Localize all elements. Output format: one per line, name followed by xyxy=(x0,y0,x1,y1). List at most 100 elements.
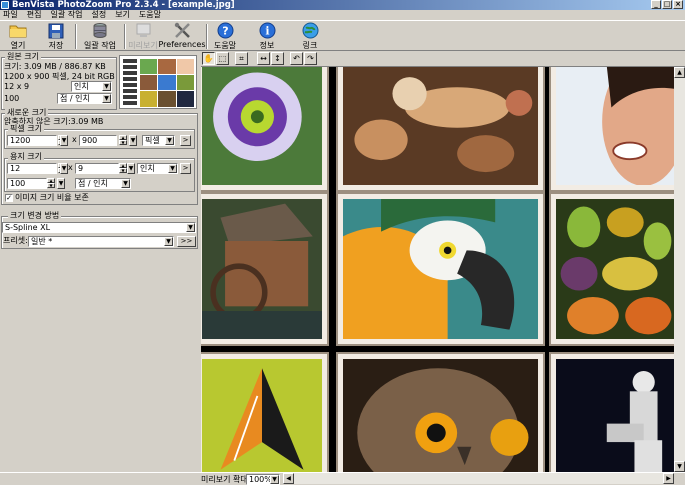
preview-photo-vegetables xyxy=(549,192,674,346)
menu-bar: 파일 편집 일괄 작업 설정 보기 도움말 xyxy=(0,10,685,20)
preset-label: 프리셋: xyxy=(3,236,28,245)
chevron-down-icon: ▼ xyxy=(102,82,111,91)
link-button[interactable]: 링크 xyxy=(299,22,321,51)
new-resolution-dropdown[interactable]: ▼ xyxy=(57,178,65,189)
preset-more-button[interactable]: >> xyxy=(177,236,196,247)
new-resolution-spinner[interactable]: ▲ ▼ xyxy=(47,178,55,189)
vertical-scrollbar[interactable]: ▲ ▼ xyxy=(674,67,685,472)
help-icon: ? xyxy=(216,22,234,39)
main-toolbar: 열기 저장 일괄 작업 미리보기 Preferences ? 도움말 i 정보 … xyxy=(0,20,685,51)
globe-icon xyxy=(301,22,319,39)
times-label: x xyxy=(72,135,77,144)
svg-text:?: ? xyxy=(222,25,228,38)
keep-ratio-label: 이미지 크기 비율 보존 xyxy=(15,193,89,202)
help-button[interactable]: ? 도움말 xyxy=(212,22,238,51)
resize-method-title: 크기 변경 방법 xyxy=(8,211,62,221)
preview-photo-astronaut xyxy=(549,352,674,472)
scroll-up-arrow[interactable]: ▲ xyxy=(674,67,685,78)
info-icon: i xyxy=(258,22,276,39)
info-button[interactable]: i 정보 xyxy=(256,22,278,51)
height-pixels-spinner[interactable]: ▲ ▼ xyxy=(119,135,127,146)
chevron-down-icon: ▼ xyxy=(270,475,279,484)
svg-text:i: i xyxy=(265,25,269,38)
close-button[interactable]: × xyxy=(673,0,683,9)
horizontal-scrollbar[interactable]: ◀ ▶ xyxy=(283,473,674,484)
preview-photo-owl xyxy=(336,352,545,472)
menu-edit[interactable]: 편집 xyxy=(27,10,42,20)
floppy-icon xyxy=(47,22,65,39)
new-resolution-unit-select[interactable]: 점 / 인치 ▼ xyxy=(75,178,131,189)
chevron-down-icon: ▼ xyxy=(102,94,111,103)
original-size-title: 원본 크기 xyxy=(5,52,41,62)
menu-batch[interactable]: 일괄 작업 xyxy=(50,10,82,20)
fit-height-icon[interactable]: ↕ xyxy=(271,52,284,65)
open-button[interactable]: 열기 xyxy=(5,22,31,51)
height-inches-input[interactable]: 9 xyxy=(75,163,119,174)
menu-settings[interactable]: 설정 xyxy=(91,10,106,20)
preview-photo-seashells xyxy=(336,67,545,192)
rotate-right-icon[interactable]: ↷ xyxy=(304,52,317,65)
width-inches-input[interactable]: 12 xyxy=(7,163,57,174)
width-inches-dropdown[interactable]: ▼ xyxy=(60,163,68,174)
height-inches-spinner[interactable]: ▲ ▼ xyxy=(119,163,127,174)
pixel-more-button[interactable]: > xyxy=(180,135,191,146)
original-print-unit-select[interactable]: 인치 ▼ xyxy=(71,81,112,92)
minimize-button[interactable]: _ xyxy=(651,0,661,9)
preset-select[interactable]: 일반 * ▼ xyxy=(28,236,174,247)
menu-help[interactable]: 도움말 xyxy=(139,10,161,20)
scroll-left-arrow[interactable]: ◀ xyxy=(283,473,294,484)
original-resolution: 100 xyxy=(4,94,20,103)
new-resolution-input[interactable]: 100 xyxy=(7,178,47,189)
times-label-2: x xyxy=(68,163,73,172)
scroll-down-arrow[interactable]: ▼ xyxy=(674,461,685,472)
preview-canvas[interactable] xyxy=(201,67,674,472)
paper-size-title: 용지 크기 xyxy=(8,152,44,162)
original-print-size: 12 x 9 xyxy=(4,82,30,91)
folder-icon xyxy=(9,22,27,39)
preview-photo-watermill xyxy=(201,192,329,346)
menu-file[interactable]: 파일 xyxy=(3,10,18,20)
monitor-icon xyxy=(134,22,152,39)
zoom-rect-icon[interactable]: ⬚ xyxy=(216,52,229,65)
crop-icon[interactable]: ⌗ xyxy=(235,52,248,65)
zoom-select[interactable]: 100% ▼ xyxy=(246,474,280,485)
menu-view[interactable]: 보기 xyxy=(115,10,130,20)
chevron-down-icon: ▼ xyxy=(168,164,177,173)
batch-button[interactable]: 일괄 작업 xyxy=(83,22,117,51)
chevron-down-icon: ▼ xyxy=(121,179,130,188)
maximize-button[interactable]: □ xyxy=(662,0,672,9)
pixel-size-title: 픽셀 크기 xyxy=(8,124,44,134)
tools-icon xyxy=(173,22,191,39)
resize-method-select[interactable]: S-Spline XL ▼ xyxy=(2,222,196,233)
preview-photo-butterfly xyxy=(201,352,329,472)
chevron-down-icon: ▼ xyxy=(164,237,173,246)
width-pixels-input[interactable]: 1200 xyxy=(7,135,57,146)
scroll-right-arrow[interactable]: ▶ xyxy=(663,473,674,484)
save-button[interactable]: 저장 xyxy=(43,22,69,51)
height-pixels-input[interactable]: 900 xyxy=(79,135,117,146)
chevron-down-icon: ▼ xyxy=(165,136,174,145)
keep-ratio-checkbox[interactable]: ✓ xyxy=(5,194,13,202)
rotate-left-icon[interactable]: ↶ xyxy=(290,52,303,65)
original-file-size: 크기: 3.09 MB / 886.87 KB xyxy=(4,62,106,71)
width-pixels-dropdown[interactable]: ▼ xyxy=(60,135,68,146)
title-bar: BenVista PhotoZoom Pro 2.3.4 - [example.… xyxy=(0,0,685,10)
chevron-down-icon: ▼ xyxy=(186,223,195,232)
preferences-button[interactable]: Preferences xyxy=(158,22,206,51)
original-resolution-unit-select[interactable]: 점 / 인치 ▼ xyxy=(57,93,112,104)
window-title: BenVista PhotoZoom Pro 2.3.4 - [example.… xyxy=(12,0,235,10)
batch-stack-icon xyxy=(91,22,109,39)
fit-width-icon[interactable]: ↔ xyxy=(257,52,270,65)
pixel-unit-select[interactable]: 픽셀 ▼ xyxy=(142,135,175,146)
preview-photo-smiling-man xyxy=(549,67,674,192)
paper-more-button[interactable]: > xyxy=(180,163,191,174)
app-window: BenVista PhotoZoom Pro 2.3.4 - [example.… xyxy=(0,0,685,485)
preview-button[interactable]: 미리보기 xyxy=(128,22,158,51)
image-thumbnail xyxy=(119,55,197,109)
paper-unit-select[interactable]: 인치 ▼ xyxy=(137,163,178,174)
height-inches-dropdown[interactable]: ▼ xyxy=(127,163,135,174)
view-toolbar: ✋ ⬚ ⌗ ↔ ↕ ↶ ↷ xyxy=(201,51,685,67)
preview-photo-macaw xyxy=(336,192,545,346)
hand-icon[interactable]: ✋ xyxy=(202,52,215,65)
height-pixels-dropdown[interactable]: ▼ xyxy=(129,135,137,146)
